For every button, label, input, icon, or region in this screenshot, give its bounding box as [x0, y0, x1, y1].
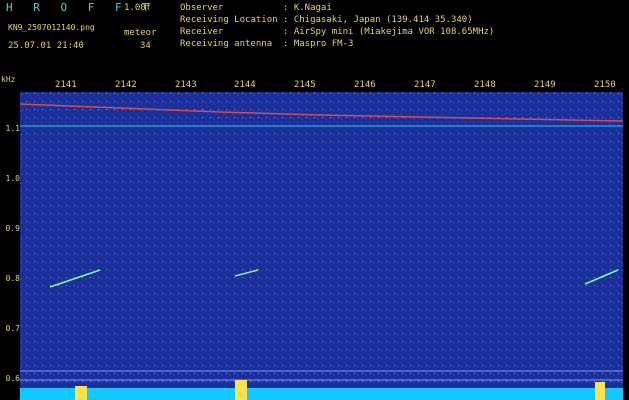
- freq-tick: 0.9: [5, 224, 20, 233]
- timestamp-label: 25.07.01 21:40: [8, 41, 84, 51]
- time-tick: 2141: [55, 80, 77, 90]
- time-tick: 2146: [354, 80, 376, 90]
- time-tick: 2150: [594, 80, 616, 90]
- location-value: : Chigasaki, Japan (139.414 35.340): [283, 15, 473, 25]
- observer-label: Observer: [180, 3, 224, 13]
- time-tick: 2149: [534, 80, 556, 90]
- noise-background: [20, 92, 623, 400]
- noise-spike: [75, 386, 87, 400]
- spectrogram-plot: [20, 92, 623, 400]
- header-panel: H R O F F T 1.00f KN9_2507012140.png met…: [0, 0, 629, 74]
- freq-tick: 0.6: [5, 374, 20, 383]
- antenna-value: : Maspro FM-3: [283, 39, 354, 49]
- time-tick: 2147: [414, 80, 436, 90]
- freq-tick: 1.0: [5, 174, 20, 183]
- time-tick: 2145: [294, 80, 316, 90]
- freq-tick: 1.1: [5, 124, 20, 133]
- time-tick: 2148: [474, 80, 496, 90]
- meteor-label: meteor: [124, 28, 157, 38]
- freq-tick: 0.8: [5, 274, 20, 283]
- receiver-value: : AirSpy mini (Miakejima VOR 108.65MHz): [283, 27, 495, 37]
- freq-tick: 0.7: [5, 324, 20, 333]
- noise-spike: [235, 380, 247, 400]
- spectrogram-svg: [20, 92, 623, 400]
- time-tick: 2144: [234, 80, 256, 90]
- version-label: 1.00f: [124, 3, 152, 13]
- antenna-label: Receiving antenna: [180, 39, 273, 49]
- time-tick: 2142: [115, 80, 137, 90]
- filename-label: KN9_2507012140.png: [8, 23, 95, 32]
- time-tick: 2143: [175, 80, 197, 90]
- observer-value: : K.Nagai: [283, 3, 332, 13]
- location-label: Receiving Location: [180, 15, 278, 25]
- noise-spike: [595, 382, 605, 400]
- noise-floor-band: [20, 388, 623, 400]
- receiver-label: Receiver: [180, 27, 224, 37]
- meteor-count: 34: [140, 41, 151, 51]
